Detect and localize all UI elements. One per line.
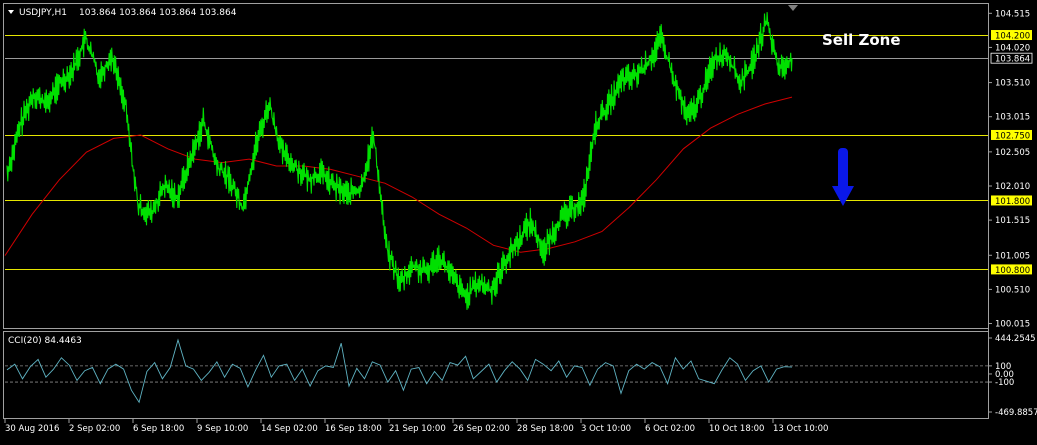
time-tick-label: 9 Sep 10:00 bbox=[197, 424, 248, 434]
price-chart[interactable]: 104.515 104.020 103.510 103.015 102.505 102.0… bbox=[0, 0, 1037, 441]
time-tick-label: 28 Sep 18:00 bbox=[517, 424, 574, 434]
chart-window[interactable]: 104.515 104.020 103.510 103.015 102.505 102.0… bbox=[0, 0, 1037, 441]
price-tick-label: 104.515 bbox=[995, 9, 1030, 19]
current-price-label: 103.864 bbox=[995, 55, 1030, 65]
price-tick-label: 103.015 bbox=[995, 113, 1030, 123]
level-tag-label: 102.750 bbox=[995, 131, 1030, 141]
time-tick-label: 6 Sep 18:00 bbox=[133, 424, 184, 434]
time-tick-label: 2 Sep 02:00 bbox=[69, 424, 120, 434]
price-tick-label: 104.020 bbox=[995, 43, 1030, 53]
price-tick-label: 102.010 bbox=[995, 182, 1030, 192]
price-tick-label: 101.515 bbox=[995, 216, 1030, 226]
cci-label: CCI(20) 84.4463 bbox=[8, 336, 82, 346]
ohlc-label: 103.864 103.864 103.864 103.864 bbox=[79, 8, 237, 18]
sell-zone-label: Sell Zone bbox=[822, 31, 901, 49]
cci-tick-label: -469.8857 bbox=[995, 408, 1037, 418]
time-tick-label: 14 Sep 02:00 bbox=[261, 424, 318, 434]
time-tick-label: 6 Oct 02:00 bbox=[645, 424, 695, 434]
time-tick-label: 13 Oct 10:00 bbox=[773, 424, 828, 434]
time-tick-label: 21 Sep 10:00 bbox=[389, 424, 446, 434]
symbol-label: USDJPY,H1 bbox=[19, 8, 67, 18]
price-tick-label: 101.005 bbox=[995, 251, 1030, 261]
price-tick-label: 100.015 bbox=[995, 320, 1030, 330]
price-tick-label: 103.510 bbox=[995, 79, 1030, 89]
time-tick-label: 30 Aug 2016 bbox=[5, 424, 59, 434]
level-tag-label: 100.800 bbox=[995, 266, 1030, 276]
time-tick-label: 26 Sep 02:00 bbox=[453, 424, 510, 434]
time-tick-label: 3 Oct 10:00 bbox=[581, 424, 631, 434]
price-tick-label: 100.510 bbox=[995, 285, 1030, 295]
level-tag-label: 101.800 bbox=[995, 197, 1030, 207]
time-tick-label: 10 Oct 18:00 bbox=[709, 424, 764, 434]
price-tick-label: 102.505 bbox=[995, 148, 1030, 158]
cci-tick-label: -100 bbox=[995, 378, 1014, 388]
level-tag-label: 104.200 bbox=[995, 32, 1030, 42]
time-tick-label: 16 Sep 18:00 bbox=[325, 424, 382, 434]
cci-tick-label: 444.2545 bbox=[995, 334, 1036, 344]
